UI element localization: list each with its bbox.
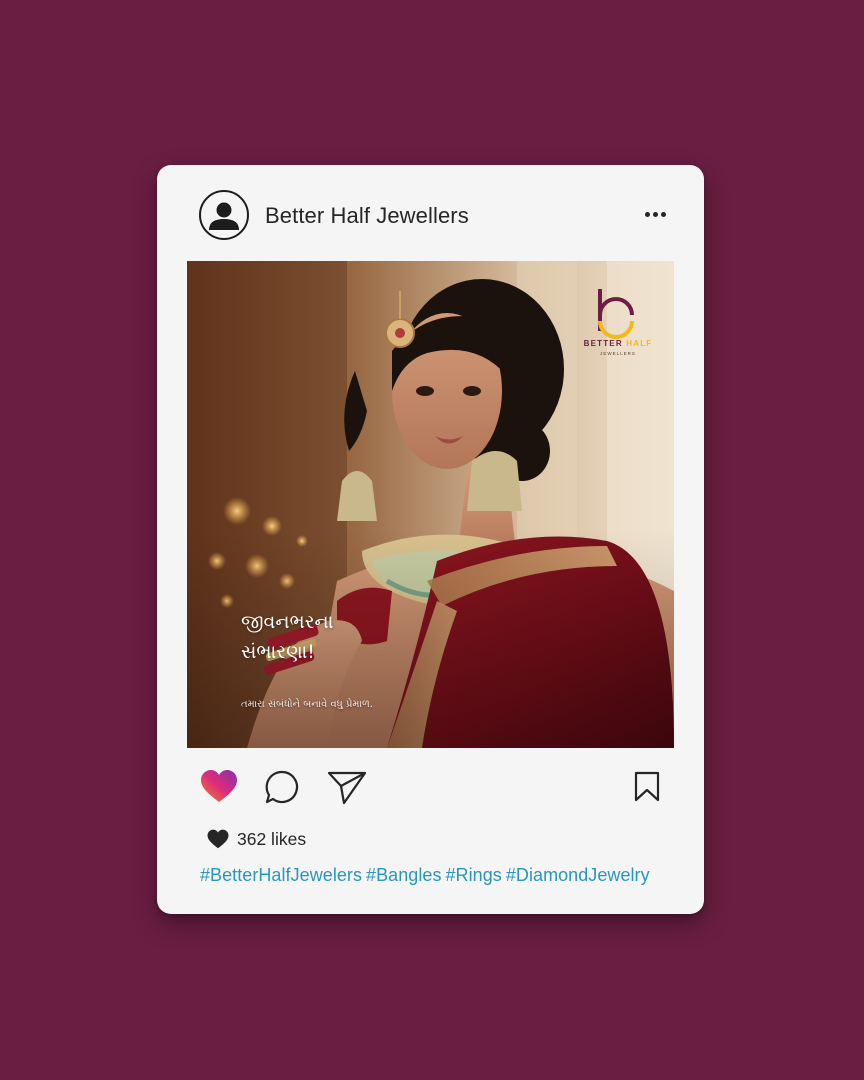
likes-count[interactable]: 362 likes [237,829,306,850]
brand-subtitle-text: JEWELLERS [600,351,636,356]
post-header: Better Half Jewellers [157,165,704,261]
paper-plane-icon[interactable] [327,769,367,810]
bookmark-icon[interactable] [633,771,661,808]
hashtags: #BetterHalfJewelers #Bangles #Rings #Diamon… [200,865,654,886]
likes-row: 362 likes [206,828,306,850]
small-heart-icon [207,829,229,848]
hashtag-betterhalfjewelers[interactable]: #BetterHalfJewelers [200,865,362,885]
user-avatar-icon[interactable] [199,190,249,240]
post-actions-bar [157,763,704,813]
better-half-logo [598,289,634,339]
headline-line-2: સંભારણા! [241,641,315,663]
hashtag-bangles[interactable]: #Bangles [366,865,441,885]
post-subline: તમારા સંબંધોને બનાવે વધુ પ્રેમાળ. [241,699,373,710]
instagram-post-card: Better Half Jewellers BETTER HALF JEWELL… [157,165,704,914]
more-dots-icon[interactable] [641,203,669,225]
comment-bubble-icon[interactable] [264,769,300,810]
account-name[interactable]: Better Half Jewellers [265,203,469,229]
hashtag-rings[interactable]: #Rings [446,865,502,885]
post-headline: જીવનભરના સંભારણા! [241,607,461,667]
headline-line-1: જીવનભરના [241,611,334,633]
brand-name-text: BETTER HALF [583,339,653,348]
heart-icon[interactable] [199,769,239,810]
hashtag-diamondjewelry[interactable]: #DiamondJewelry [506,865,650,885]
post-image[interactable]: BETTER HALF JEWELLERS જીવનભરના સંભારણા! … [187,261,674,748]
